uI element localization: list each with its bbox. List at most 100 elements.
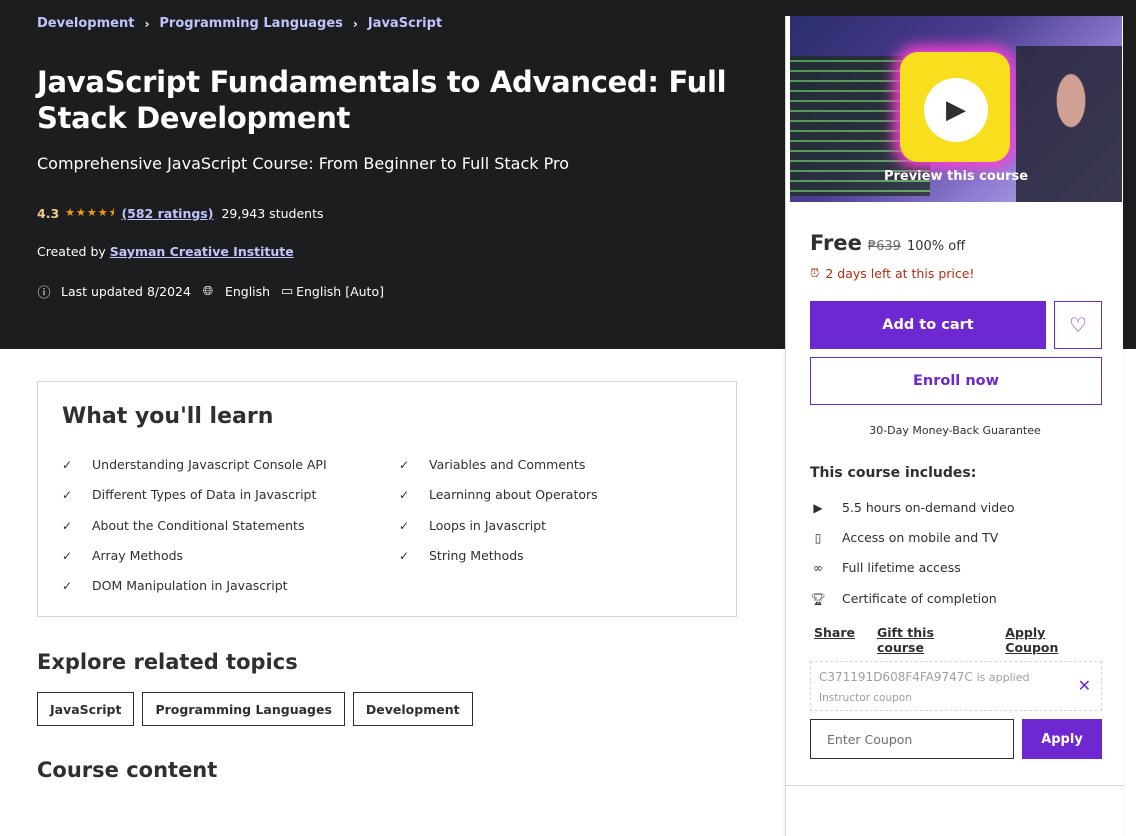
learn-item-text: About the Conditional Statements bbox=[92, 518, 305, 533]
last-updated: ⓘ Last updated 8/2024 bbox=[37, 282, 191, 301]
check-icon: ✓ bbox=[62, 578, 73, 593]
learn-item-text: Different Types of Data in Javascript bbox=[92, 487, 317, 502]
check-icon: ✓ bbox=[399, 487, 410, 502]
last-updated-text: Last updated 8/2024 bbox=[61, 284, 191, 299]
share-link[interactable]: Share bbox=[814, 625, 855, 655]
breadcrumb-javascript[interactable]: JavaScript bbox=[368, 16, 442, 31]
course-subtitle: Comprehensive JavaScript Course: From Be… bbox=[37, 154, 569, 173]
topic-list: JavaScript Programming Languages Develop… bbox=[37, 692, 481, 726]
deadline-text: 2 days left at this price! bbox=[825, 266, 975, 281]
learn-item: ✓ Learninng about Operators bbox=[399, 487, 598, 502]
preview-label[interactable]: Preview this course bbox=[790, 169, 1122, 184]
rating-row: 4.3 ★★★★⯨ (582 ratings) 29,943 students bbox=[37, 204, 323, 223]
applied-coupon: C371191D608F4FA9747C is applied Instruct… bbox=[810, 661, 1102, 711]
learn-item-text: Understanding Javascript Console API bbox=[92, 457, 327, 472]
check-icon: ✓ bbox=[62, 457, 73, 472]
price-deadline: ⏰︎ 2 days left at this price! bbox=[810, 266, 974, 281]
course-content-title: Course content bbox=[37, 758, 218, 782]
add-to-cart-button[interactable]: Add to cart bbox=[810, 301, 1046, 349]
include-item-text: 5.5 hours on-demand video bbox=[842, 500, 1015, 515]
learn-item: ✓ String Methods bbox=[399, 548, 524, 563]
coupon-applied-text: is applied bbox=[976, 671, 1030, 684]
discount-percent: 100% off bbox=[906, 239, 966, 254]
include-item-text: Access on mobile and TV bbox=[842, 530, 999, 545]
check-icon: ✓ bbox=[62, 487, 73, 502]
purchase-sidebar: ▶ Preview this course Free ₱639 100% off… bbox=[785, 16, 1124, 836]
learn-item-text: String Methods bbox=[429, 548, 524, 563]
created-by: Created by Sayman Creative Institute bbox=[37, 244, 294, 259]
chevron-right-icon: › bbox=[144, 16, 150, 31]
breadcrumb: Development › Programming Languages › Ja… bbox=[37, 16, 442, 31]
wishlist-heart-icon[interactable]: ♡ bbox=[1054, 301, 1102, 349]
language: 🌐︎ English bbox=[201, 284, 270, 299]
course-preview-video[interactable]: ▶ Preview this course bbox=[790, 16, 1122, 202]
coupon-code: C371191D608F4FA9747C bbox=[819, 670, 973, 684]
students-count: 29,943 students bbox=[221, 206, 324, 221]
check-icon: ✓ bbox=[399, 457, 410, 472]
gift-course-link[interactable]: Gift this course bbox=[877, 625, 983, 655]
check-icon: ✓ bbox=[399, 548, 410, 563]
rating-value: 4.3 bbox=[37, 206, 60, 221]
original-price: ₱639 bbox=[867, 239, 901, 254]
ratings-count-link[interactable]: (582 ratings) bbox=[121, 206, 213, 221]
learn-item: ✓ Different Types of Data in Javascript bbox=[62, 487, 316, 502]
divider bbox=[786, 785, 1124, 786]
course-meta: ⓘ Last updated 8/2024 🌐︎ English ▭ Engli… bbox=[37, 282, 394, 301]
learn-item: ✓ About the Conditional Statements bbox=[62, 518, 304, 533]
coupon-code-line: C371191D608F4FA9747C is applied bbox=[819, 670, 1029, 684]
apply-coupon-link[interactable]: Apply Coupon bbox=[1005, 625, 1101, 655]
captions-icon: ▭ bbox=[280, 284, 294, 299]
coupon-input[interactable] bbox=[810, 719, 1014, 759]
check-icon: ✓ bbox=[62, 518, 73, 533]
course-title: JavaScript Fundamentals to Advanced: Ful… bbox=[37, 65, 727, 135]
check-icon: ✓ bbox=[399, 518, 410, 533]
instructor-link[interactable]: Sayman Creative Institute bbox=[110, 244, 294, 259]
current-price: Free bbox=[810, 231, 862, 255]
globe-icon: 🌐︎ bbox=[202, 284, 214, 299]
created-by-label: Created by bbox=[37, 244, 106, 259]
chevron-right-icon: › bbox=[352, 16, 358, 31]
alarm-clock-icon: ⏰︎ bbox=[810, 266, 820, 280]
include-item-text: Full lifetime access bbox=[842, 560, 961, 575]
learn-item-text: Learninng about Operators bbox=[429, 487, 598, 502]
video-icon: ▶ bbox=[813, 500, 823, 515]
include-item: 🏆︎ Certificate of completion bbox=[810, 591, 997, 606]
captions: ▭ English [Auto] bbox=[280, 284, 384, 299]
alert-icon: ⓘ bbox=[37, 286, 51, 301]
play-icon[interactable]: ▶ bbox=[924, 78, 988, 142]
share-links: Share Gift this course Apply Coupon bbox=[814, 625, 1123, 655]
enroll-now-button[interactable]: Enroll now bbox=[810, 357, 1102, 405]
include-item-text: Certificate of completion bbox=[842, 591, 997, 606]
explore-topics-title: Explore related topics bbox=[37, 650, 298, 674]
apply-coupon-button[interactable]: Apply bbox=[1022, 719, 1102, 759]
learn-item: ✓ DOM Manipulation in Javascript bbox=[62, 578, 288, 593]
learn-item-text: Array Methods bbox=[92, 548, 184, 563]
money-back-guarantee: 30-Day Money-Back Guarantee bbox=[869, 424, 1041, 437]
breadcrumb-programming-languages[interactable]: Programming Languages bbox=[159, 16, 343, 31]
learn-item: ✓ Loops in Javascript bbox=[399, 518, 546, 533]
price-row: Free ₱639 100% off bbox=[810, 231, 965, 255]
learn-item-text: Loops in Javascript bbox=[429, 518, 547, 533]
learn-item: ✓ Understanding Javascript Console API bbox=[62, 457, 327, 472]
check-icon: ✓ bbox=[62, 548, 73, 563]
infinity-icon: ∞ bbox=[813, 560, 823, 575]
mobile-icon: ▯ bbox=[814, 530, 822, 545]
topic-javascript[interactable]: JavaScript bbox=[37, 692, 135, 726]
what-you-learn: What you'll learn ✓ Understanding Javasc… bbox=[37, 381, 737, 617]
breadcrumb-development[interactable]: Development bbox=[37, 16, 134, 31]
includes-title: This course includes: bbox=[810, 465, 977, 481]
include-item: ▯ Access on mobile and TV bbox=[810, 530, 999, 545]
topic-development[interactable]: Development bbox=[352, 692, 473, 726]
topic-programming-languages[interactable]: Programming Languages bbox=[142, 692, 345, 726]
captions-text: English [Auto] bbox=[296, 284, 384, 299]
language-text: English bbox=[224, 284, 271, 299]
include-item: ▶ 5.5 hours on-demand video bbox=[810, 500, 1015, 515]
coupon-type: Instructor coupon bbox=[819, 692, 912, 704]
include-item: ∞ Full lifetime access bbox=[810, 560, 961, 575]
learn-item-text: Variables and Comments bbox=[429, 457, 586, 472]
star-rating-icon: ★★★★⯨ bbox=[65, 206, 116, 219]
learn-item: ✓ Variables and Comments bbox=[399, 457, 585, 472]
what-you-learn-title: What you'll learn bbox=[62, 404, 274, 429]
trophy-icon: 🏆︎ bbox=[810, 591, 826, 606]
close-icon[interactable]: ✕ bbox=[1078, 676, 1091, 695]
